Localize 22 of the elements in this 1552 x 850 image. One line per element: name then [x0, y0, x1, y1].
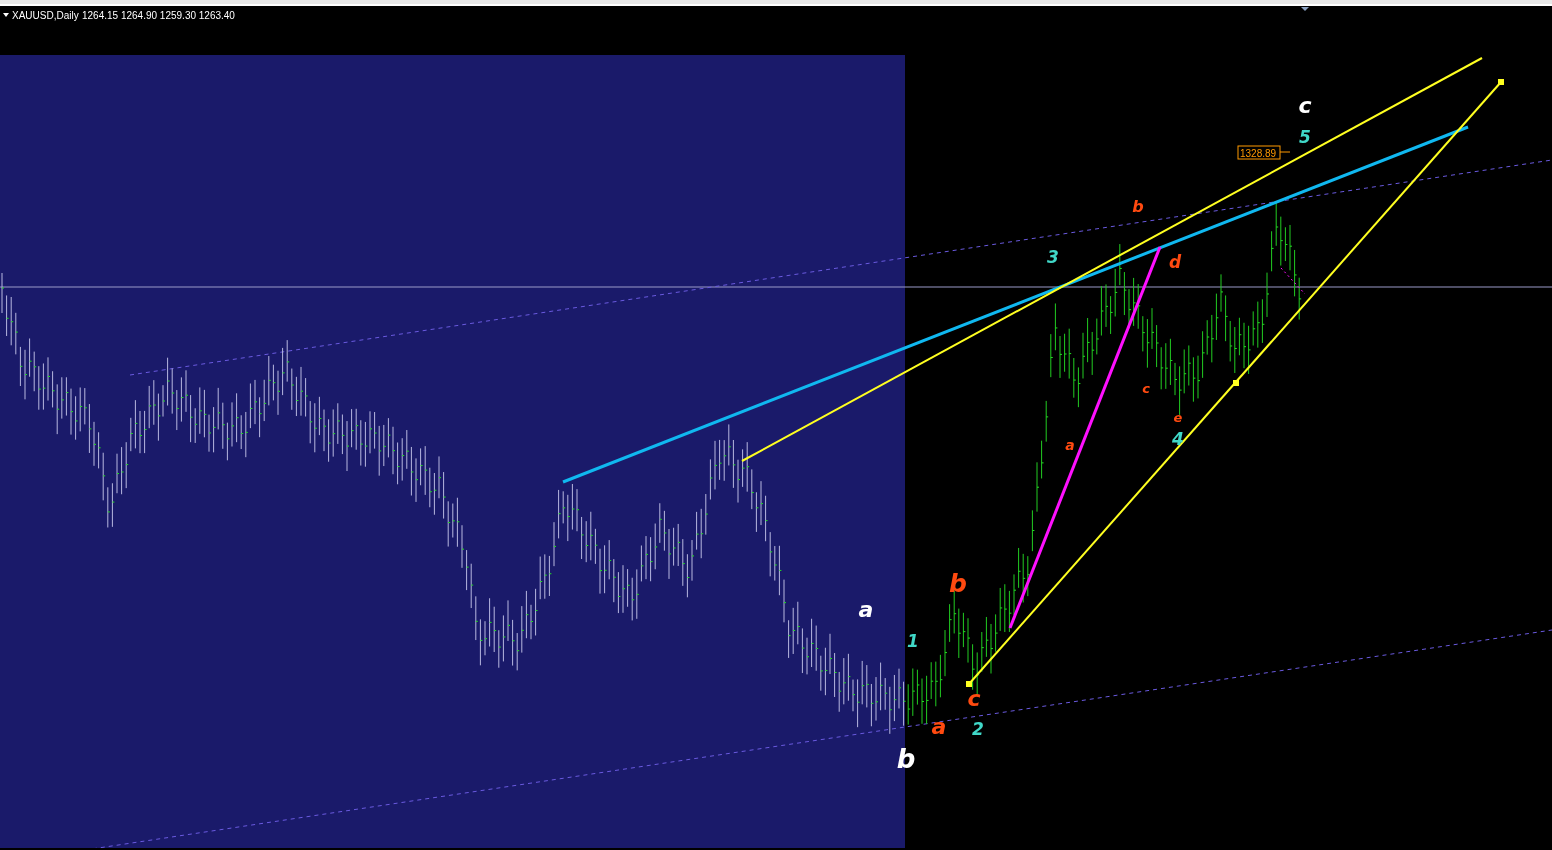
- caret-icon[interactable]: [3, 13, 9, 17]
- wave-label: c: [1142, 381, 1150, 396]
- wave-label: a: [1065, 437, 1075, 453]
- price-label: 1328.89: [1237, 145, 1291, 160]
- wave-label: b: [896, 744, 916, 774]
- wave-label: 4: [1172, 429, 1184, 449]
- symbol-label: XAUUSD,Daily: [12, 10, 79, 21]
- wave-label: c: [1298, 93, 1312, 118]
- wave-label: b: [949, 569, 967, 598]
- dashed-line: [1280, 267, 1306, 295]
- wave-label: 3: [1047, 247, 1059, 267]
- ohlc-values: 1264.15 1264.90 1259.30 1263.40: [82, 10, 235, 21]
- wave-label: 2: [972, 719, 984, 739]
- wave-label: d: [1168, 252, 1182, 272]
- wave-label: e: [1173, 410, 1183, 425]
- trend-line[interactable]: [966, 79, 1504, 687]
- wave-label: a: [858, 597, 874, 622]
- wave-label: a: [931, 714, 947, 739]
- wave-label: c: [967, 686, 981, 711]
- wave-label: b: [1132, 197, 1144, 216]
- wave-label: 5: [1299, 127, 1311, 147]
- wave-label: 1: [907, 631, 919, 651]
